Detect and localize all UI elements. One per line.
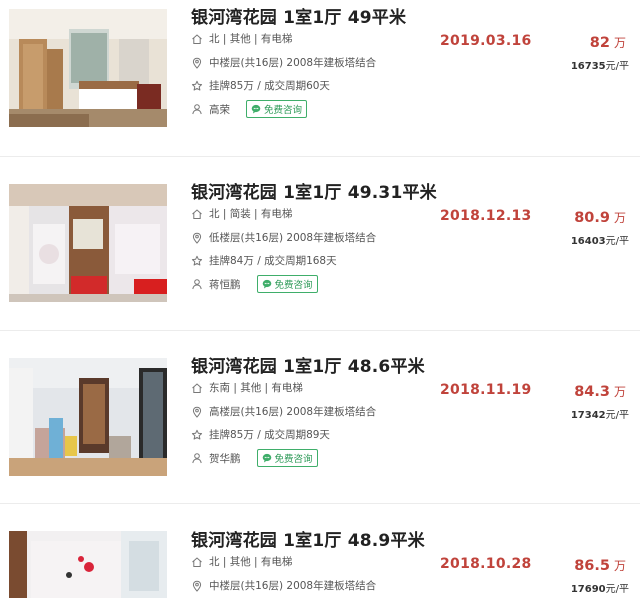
listing-photo[interactable]	[9, 9, 167, 127]
total-price: 86.5 万	[574, 555, 626, 574]
deal-info: 挂牌84万 / 成交周期168天	[191, 253, 337, 268]
listing-photo[interactable]	[9, 358, 167, 476]
listing-item[interactable]: 银河湾花园 1室1厅 48.9平米 北 | 其他 | 有电梯 中楼层(共16层)…	[0, 523, 640, 598]
total-price-value: 82	[589, 35, 610, 51]
divider	[0, 156, 640, 157]
location-pin-icon	[192, 406, 202, 418]
user-icon	[192, 279, 202, 290]
house-info-text: 北 | 其他 | 有电梯	[209, 33, 293, 45]
listing-photo[interactable]	[9, 531, 167, 598]
floor-info: 中楼层(共16层) 2008年建板塔结合	[191, 578, 376, 593]
listing-photo[interactable]	[9, 184, 167, 302]
floor-info-text: 高楼层(共16层) 2008年建板塔结合	[209, 406, 377, 418]
total-price-value: 86.5	[574, 558, 610, 574]
free-consult-button[interactable]: 免费咨询	[256, 449, 318, 467]
free-consult-label: 免费咨询	[274, 454, 313, 465]
total-price: 84.3 万	[574, 381, 626, 400]
unit-price-suffix: 元/平	[605, 584, 629, 595]
user-icon	[192, 453, 202, 464]
floor-info-text: 低楼层(共16层) 2008年建板塔结合	[209, 232, 377, 244]
divider	[0, 330, 640, 331]
house-icon	[192, 556, 202, 567]
agent-info: 蒋恒鹏 免费咨询	[191, 275, 318, 293]
unit-price: 16735元/平	[571, 57, 629, 72]
location-pin-icon	[192, 232, 202, 244]
deal-date: 2018.10.28	[440, 556, 532, 572]
chat-icon	[262, 453, 271, 463]
agent-name[interactable]: 高荣	[209, 102, 230, 117]
agent-info: 高荣 免费咨询	[191, 100, 308, 118]
deal-info-text: 挂牌85万 / 成交周期60天	[209, 80, 330, 92]
total-price-unit: 万	[613, 559, 626, 573]
unit-price: 17690元/平	[571, 580, 629, 595]
house-info: 北 | 简装 | 有电梯	[191, 206, 292, 221]
listing-item[interactable]: 银河湾花园 1室1厅 49.31平米 北 | 简装 | 有电梯 低楼层(共16层…	[0, 175, 640, 349]
total-price-unit: 万	[613, 36, 626, 50]
total-price-unit: 万	[613, 211, 626, 225]
house-info: 东南 | 其他 | 有电梯	[191, 380, 303, 395]
unit-price-value: 16403	[570, 236, 606, 247]
floor-info-text: 中楼层(共16层) 2008年建板塔结合	[209, 580, 377, 592]
house-info-text: 东南 | 其他 | 有电梯	[209, 382, 303, 394]
house-info: 北 | 其他 | 有电梯	[191, 31, 292, 46]
unit-price: 17342元/平	[571, 406, 629, 421]
deal-info: 挂牌85万 / 成交周期60天	[191, 78, 330, 93]
listing-title[interactable]: 银河湾花园 1室1厅 48.6平米	[191, 352, 425, 377]
unit-price: 16403元/平	[571, 232, 629, 247]
total-price: 82 万	[590, 32, 626, 51]
unit-price-suffix: 元/平	[605, 236, 629, 247]
star-icon	[191, 80, 203, 90]
deal-info: 挂牌85万 / 成交周期89天	[191, 427, 330, 442]
house-icon	[192, 382, 202, 393]
house-icon	[192, 33, 202, 44]
house-info-text: 北 | 其他 | 有电梯	[209, 556, 293, 568]
deal-info-text: 挂牌85万 / 成交周期89天	[209, 429, 330, 441]
free-consult-button[interactable]: 免费咨询	[246, 100, 308, 118]
free-consult-label: 免费咨询	[264, 105, 303, 116]
agent-name[interactable]: 蒋恒鹏	[209, 277, 241, 292]
house-info-text: 北 | 简装 | 有电梯	[209, 208, 293, 220]
agent-info: 贺华鹏 免费咨询	[191, 449, 318, 467]
floor-info: 中楼层(共16层) 2008年建板塔结合	[191, 55, 376, 70]
free-consult-label: 免费咨询	[274, 280, 313, 291]
agent-name[interactable]: 贺华鹏	[209, 451, 241, 466]
location-pin-icon	[192, 57, 202, 69]
house-icon	[192, 208, 202, 219]
unit-price-value: 16735	[570, 61, 606, 72]
chat-icon	[251, 104, 261, 114]
unit-price-suffix: 元/平	[605, 61, 629, 72]
free-consult-button[interactable]: 免费咨询	[256, 275, 318, 293]
listing-title[interactable]: 银河湾花园 1室1厅 49.31平米	[191, 178, 437, 203]
floor-info: 高楼层(共16层) 2008年建板塔结合	[191, 404, 376, 419]
listing-item[interactable]: 银河湾花园 1室1厅 49平米 北 | 其他 | 有电梯 中楼层(共16层) 2…	[0, 0, 640, 174]
unit-price-suffix: 元/平	[605, 410, 629, 421]
house-info: 北 | 其他 | 有电梯	[191, 554, 292, 569]
listing-item[interactable]: 银河湾花园 1室1厅 48.6平米 东南 | 其他 | 有电梯 高楼层(共16层…	[0, 349, 640, 523]
star-icon	[191, 255, 203, 265]
total-price: 80.9 万	[574, 207, 626, 226]
total-price-unit: 万	[613, 385, 626, 399]
deal-date: 2018.11.19	[440, 382, 532, 398]
total-price-value: 80.9	[574, 210, 610, 226]
star-icon	[191, 429, 203, 439]
total-price-value: 84.3	[574, 384, 610, 400]
deal-info-text: 挂牌84万 / 成交周期168天	[209, 255, 337, 267]
unit-price-value: 17342	[570, 410, 606, 421]
chat-icon	[262, 279, 271, 289]
unit-price-value: 17690	[570, 584, 606, 595]
floor-info-text: 中楼层(共16层) 2008年建板塔结合	[209, 57, 377, 69]
location-pin-icon	[192, 580, 202, 592]
listing-title[interactable]: 银河湾花园 1室1厅 49平米	[191, 3, 406, 28]
listing-title[interactable]: 银河湾花园 1室1厅 48.9平米	[191, 526, 425, 551]
floor-info: 低楼层(共16层) 2008年建板塔结合	[191, 230, 376, 245]
deal-date: 2018.12.13	[440, 208, 532, 224]
user-icon	[192, 104, 202, 115]
deal-date: 2019.03.16	[440, 33, 532, 49]
divider	[0, 503, 640, 504]
